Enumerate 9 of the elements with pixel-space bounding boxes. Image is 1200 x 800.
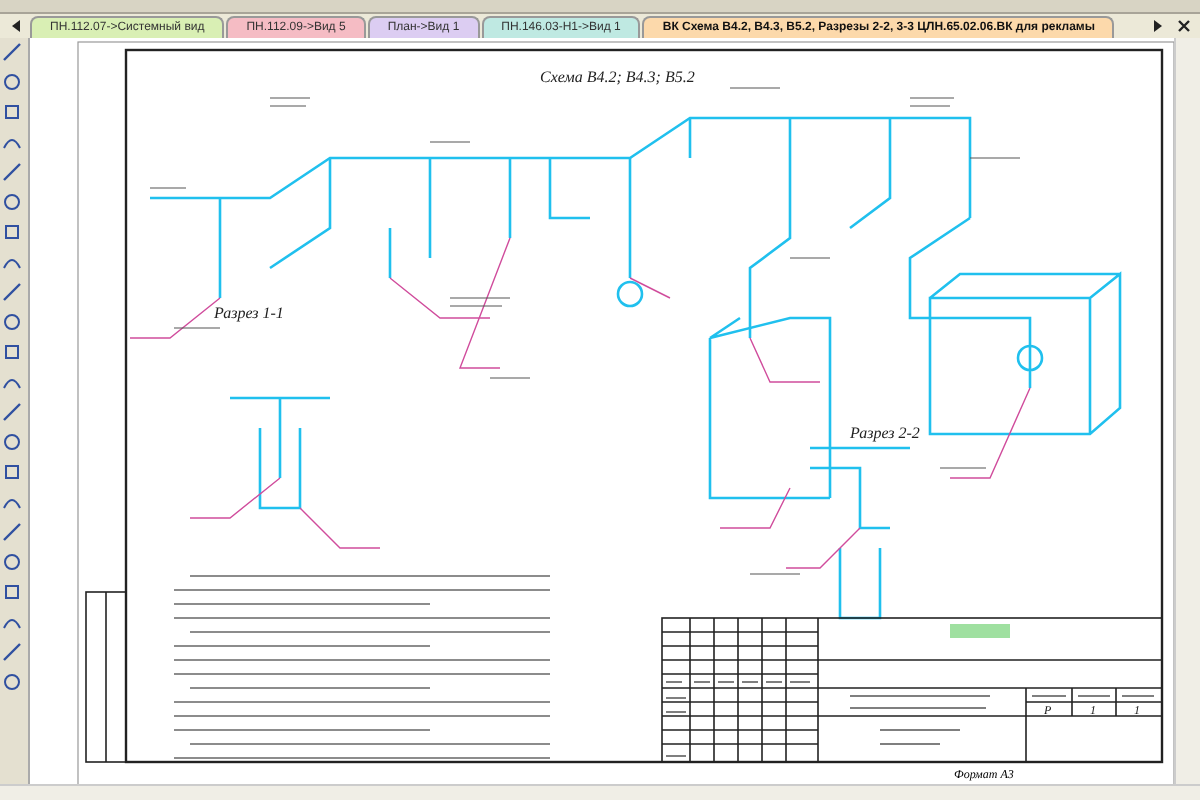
section-title: Разрез 1-1 — [214, 304, 284, 322]
stamp-mark — [950, 624, 1010, 638]
close-icon[interactable] — [1176, 18, 1192, 34]
horizontal-scrollbar[interactable] — [0, 784, 1200, 800]
section-title: Разрез 2-2 — [850, 424, 920, 442]
scroll-left-icon[interactable] — [8, 18, 24, 34]
scheme-title: Схема В4.2; В4.3; В5.2 — [540, 68, 695, 86]
vertical-scrollbar[interactable] — [1174, 38, 1200, 784]
scroll-right-icon[interactable] — [1150, 18, 1166, 34]
